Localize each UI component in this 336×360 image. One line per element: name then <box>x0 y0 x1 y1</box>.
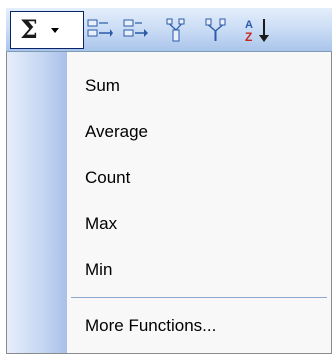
menu-item-average[interactable]: Average <box>67 110 331 154</box>
chevron-down-icon[interactable] <box>51 28 59 33</box>
menu-item-sum[interactable]: Sum <box>67 64 331 108</box>
sort-glyph-z: Z <box>245 30 252 43</box>
menu-item-label: More Functions... <box>85 316 217 335</box>
menu-item-label: Average <box>85 122 149 141</box>
menu-item-label: Max <box>85 214 118 233</box>
autosum-dropdown-menu: Sum Average Count Max Min More Functions… <box>6 52 332 354</box>
menu-item-label: Min <box>85 260 113 279</box>
indent-rows-icon[interactable] <box>86 17 114 43</box>
menu-item-max[interactable]: Max <box>67 202 331 246</box>
menu-item-label: Sum <box>85 76 120 95</box>
outdent-rows-icon[interactable] <box>122 17 150 43</box>
group-icon[interactable] <box>162 17 190 43</box>
menu-item-min[interactable]: Min <box>67 248 331 292</box>
menu-item-count[interactable]: Count <box>67 156 331 200</box>
ungroup-icon[interactable] <box>202 17 230 43</box>
menu-gutter <box>7 52 67 353</box>
menu-item-label: Count <box>85 168 131 187</box>
autosum-button[interactable]: Σ <box>10 11 84 49</box>
menu-item-more-functions[interactable]: More Functions... <box>67 304 331 348</box>
sort-ascending-icon[interactable]: A Z <box>242 17 276 43</box>
menu-separator <box>71 297 327 298</box>
toolbar: Σ A Z <box>6 8 332 52</box>
sigma-icon: Σ <box>20 15 38 44</box>
